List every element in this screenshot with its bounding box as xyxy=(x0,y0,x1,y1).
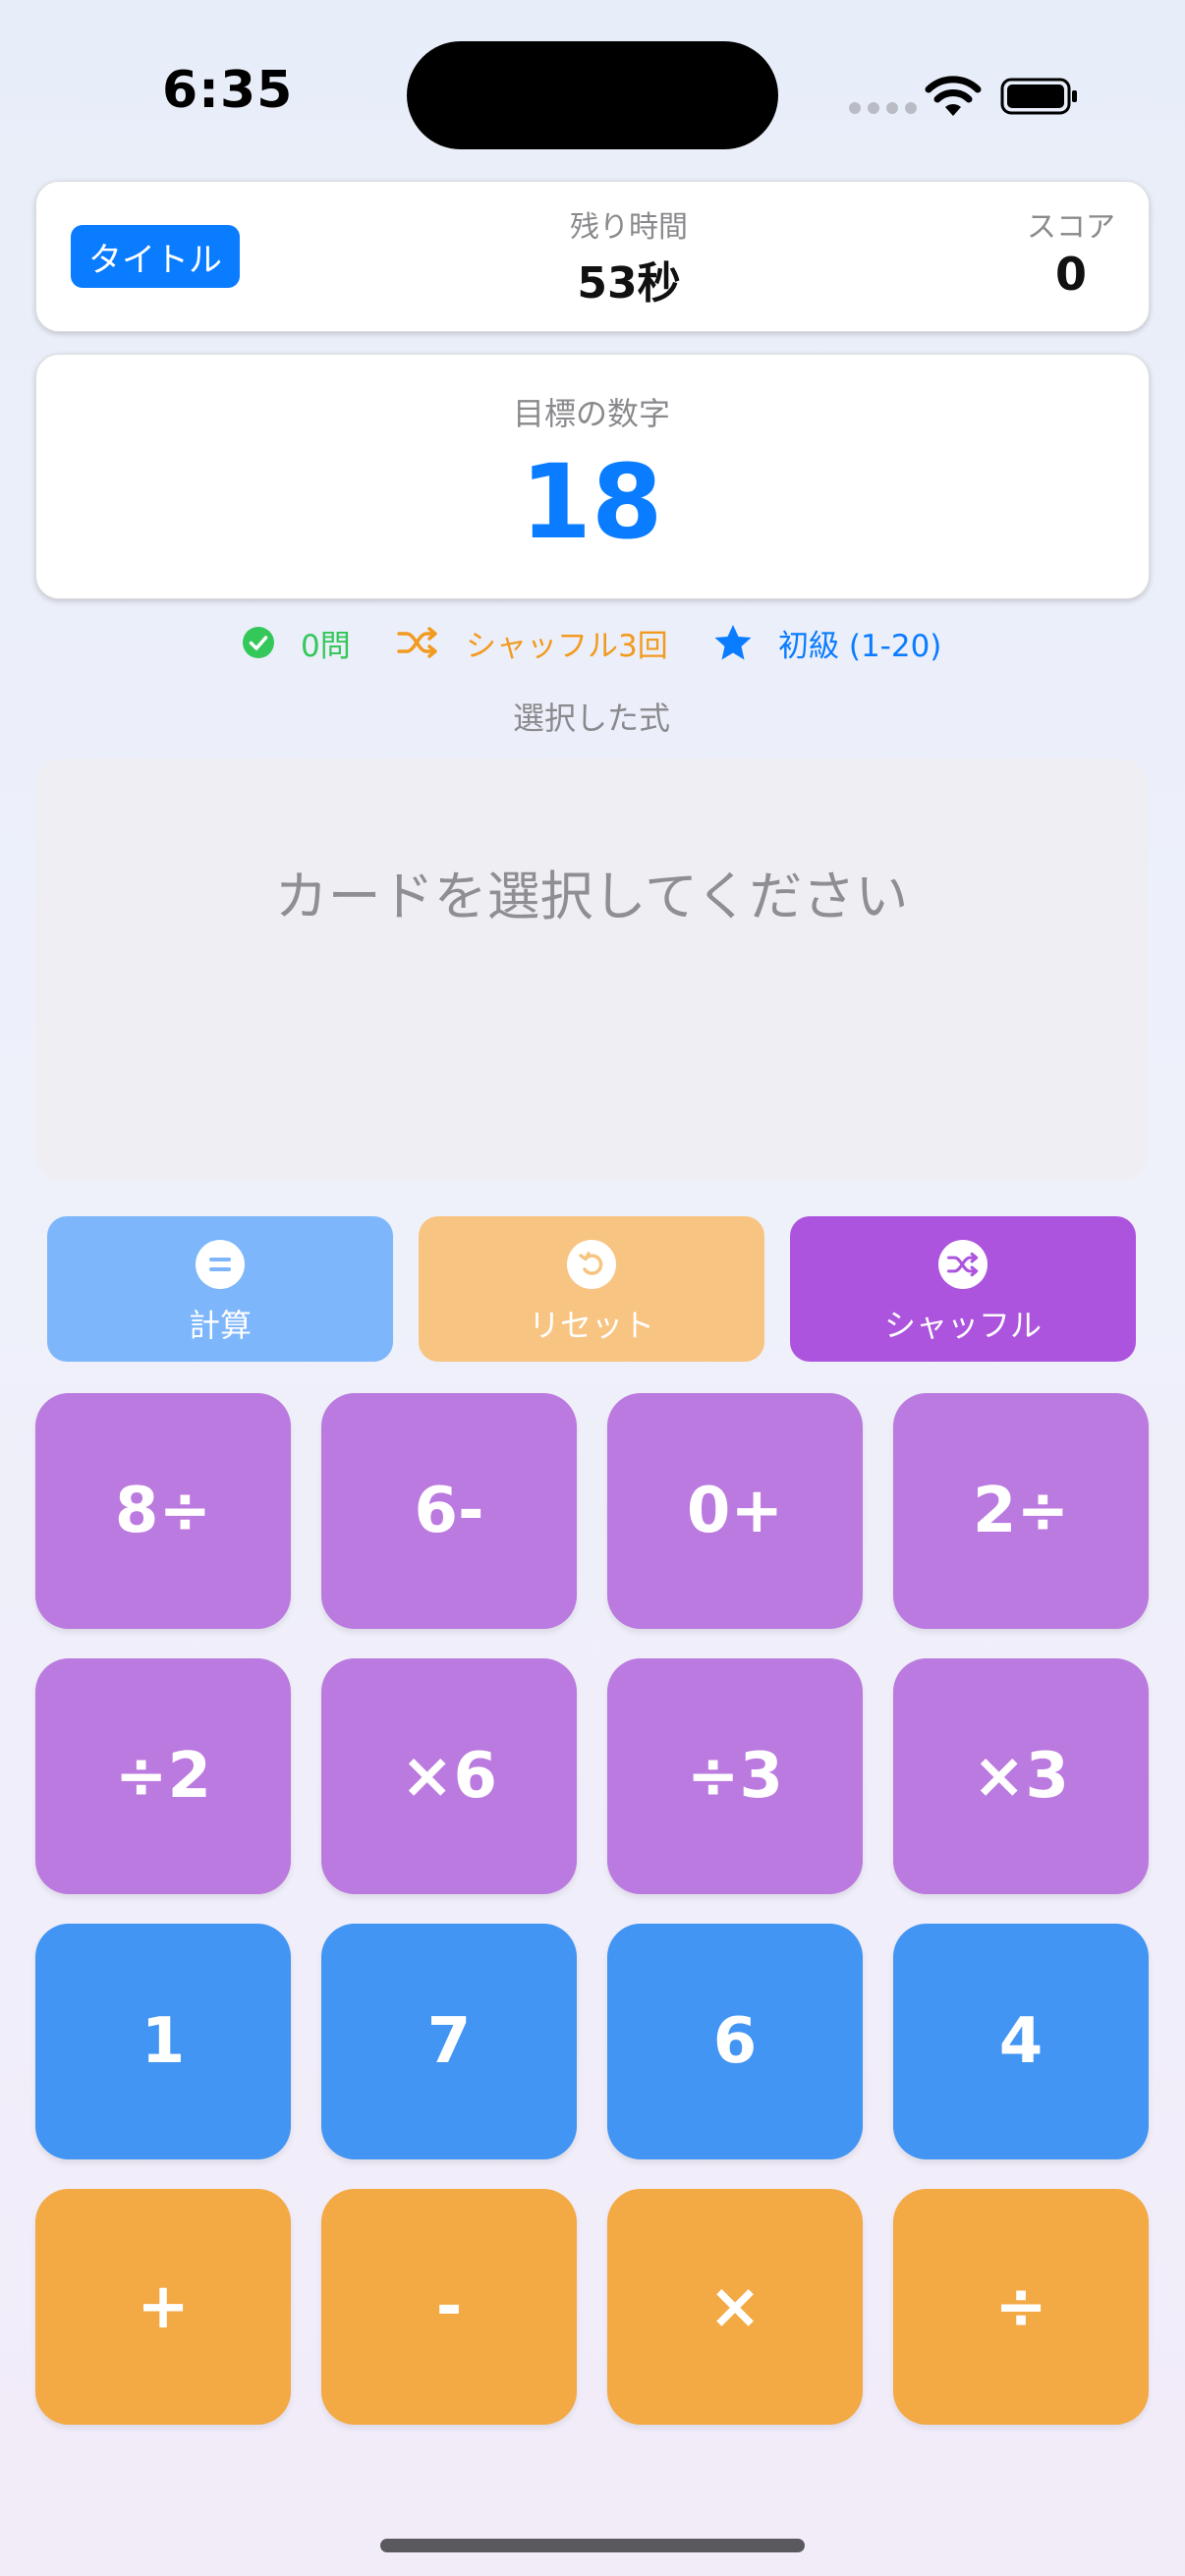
target-value: 18 xyxy=(520,442,663,562)
formula-placeholder: カードを選択してください xyxy=(274,866,909,927)
shuffle-button[interactable]: シャッフル xyxy=(790,1216,1136,1362)
equal-circle-icon xyxy=(196,1240,245,1289)
shuffle-icon xyxy=(397,627,437,658)
number-card[interactable]: 7 xyxy=(321,1924,577,2159)
status-time: 6:35 xyxy=(162,61,294,120)
number-card[interactable]: 6 xyxy=(607,1924,863,2159)
cellular-signal-icon xyxy=(849,102,917,114)
operator-card[interactable]: + xyxy=(35,2189,291,2425)
score-value: 0 xyxy=(1054,248,1087,301)
card-tile[interactable]: ÷3 xyxy=(607,1658,863,1894)
checkmark-circle-icon xyxy=(243,627,274,658)
number-card[interactable]: 4 xyxy=(893,1924,1149,2159)
wifi-icon xyxy=(925,76,982,116)
operator-card[interactable]: - xyxy=(321,2189,577,2425)
card-tile[interactable]: 2÷ xyxy=(893,1393,1149,1629)
calculate-label: 計算 xyxy=(188,1307,252,1344)
home-indicator[interactable] xyxy=(380,2539,805,2552)
level-indicator: 初級 (1-20) xyxy=(713,621,941,664)
reset-label: リセット xyxy=(528,1307,654,1344)
card-tile[interactable]: ×6 xyxy=(321,1658,577,1894)
score-label: スコア xyxy=(1027,210,1115,245)
calculate-button[interactable]: 計算 xyxy=(47,1216,393,1362)
card-tile[interactable]: 6- xyxy=(321,1393,577,1629)
card-tile[interactable]: ÷2 xyxy=(35,1658,291,1894)
dynamic-island xyxy=(407,41,778,149)
shuffle-circle-icon xyxy=(938,1240,988,1289)
shuffle-count-text: シャッフル3回 xyxy=(466,628,668,664)
card-tile[interactable]: 0+ xyxy=(607,1393,863,1629)
title-button[interactable]: タイトル xyxy=(71,225,240,288)
operator-card[interactable]: ÷ xyxy=(893,2189,1149,2425)
undo-circle-icon xyxy=(567,1240,616,1289)
time-remaining-value: 53秒 xyxy=(577,258,681,308)
number-card[interactable]: 1 xyxy=(35,1924,291,2159)
level-text: 初級 (1-20) xyxy=(778,628,942,664)
time-remaining-label: 残り時間 xyxy=(570,210,688,245)
formula-display xyxy=(35,758,1148,1181)
solved-count: 0問 xyxy=(242,621,351,664)
reset-button[interactable]: リセット xyxy=(419,1216,764,1362)
card-tile[interactable]: ×3 xyxy=(893,1658,1149,1894)
formula-label: 選択した式 xyxy=(512,700,670,737)
battery-icon xyxy=(1000,78,1077,115)
solved-count-text: 0問 xyxy=(301,628,351,664)
card-tile[interactable]: 8÷ xyxy=(35,1393,291,1629)
operator-card[interactable]: × xyxy=(607,2189,863,2425)
shuffle-label: シャッフル xyxy=(883,1307,1042,1344)
target-label: 目標の数字 xyxy=(512,395,670,432)
shuffle-count: シャッフル3回 xyxy=(397,621,668,664)
star-icon xyxy=(714,625,752,660)
